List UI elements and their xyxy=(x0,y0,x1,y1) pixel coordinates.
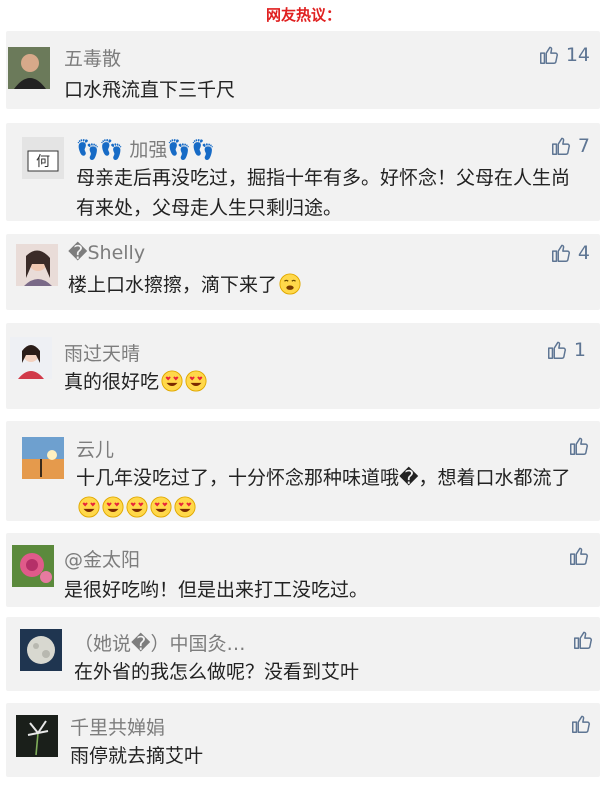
comment-card: （她说�）中国灸… 在外省的我怎么做呢？没看到艾叶 xyxy=(6,617,600,691)
comment-card: �Shelly 4 楼上口水擦擦，滴下来了 xyxy=(6,234,600,310)
like-count: 7 xyxy=(577,135,590,157)
comment-text: 十几年没吃过了，十分怀念那种味道哦�，想着口水都流了 xyxy=(76,463,588,523)
heart-eyes-emoji-icon xyxy=(174,496,196,518)
thumbs-up-icon xyxy=(572,715,590,733)
like-button[interactable]: 4 xyxy=(550,242,590,264)
commenter-name[interactable]: @金太阳 xyxy=(64,545,140,572)
heart-eyes-emoji-icon xyxy=(185,370,207,392)
commenter-name[interactable]: 雨过天晴 xyxy=(64,339,140,366)
avatar[interactable] xyxy=(16,244,58,286)
commenter-name[interactable]: 👣👣 加强👣👣 xyxy=(76,135,215,162)
comment-text: 在外省的我怎么做呢？没看到艾叶 xyxy=(74,661,360,683)
avatar[interactable] xyxy=(22,437,64,479)
comment-card: 何 👣👣 加强👣👣 7 母亲走后再没吃过，掘指十年有多。好怀念！父母在人生尚有来… xyxy=(6,123,600,221)
like-button[interactable] xyxy=(570,713,592,735)
heart-eyes-emoji-icon xyxy=(161,370,183,392)
like-button[interactable]: 14 xyxy=(538,44,590,66)
commenter-name[interactable]: 千里共婵娟 xyxy=(70,713,165,740)
avatar[interactable] xyxy=(16,715,58,757)
comment-card: 五毒散 14 口水飛流直下三千尺 xyxy=(6,31,600,109)
like-button[interactable]: 1 xyxy=(546,339,586,361)
thumbs-up-icon xyxy=(574,631,592,649)
heart-eyes-emoji-icon xyxy=(78,496,100,518)
like-button[interactable] xyxy=(568,545,590,567)
comment-text: 楼上口水擦擦，滴下来了 xyxy=(68,270,568,300)
like-count: 4 xyxy=(577,242,590,264)
comment-card: 云儿 十几年没吃过了，十分怀念那种味道哦�，想着口水都流了 xyxy=(6,421,600,521)
comment-text: 真的很好吃 xyxy=(64,367,564,397)
commenter-name[interactable]: 五毒散 xyxy=(64,44,121,71)
commenter-name[interactable]: （她说�）中国灸… xyxy=(74,629,245,656)
drool-emoji-icon xyxy=(279,273,301,295)
like-count: 14 xyxy=(565,44,590,66)
section-title: 网友热议： xyxy=(265,6,341,24)
comment-text: 雨停就去摘艾叶 xyxy=(70,745,204,767)
thumbs-up-icon xyxy=(547,341,566,359)
avatar[interactable]: 何 xyxy=(22,137,64,179)
comment-text-body: 楼上口水擦擦，滴下来了 xyxy=(68,274,278,296)
like-count: 1 xyxy=(573,339,586,361)
comment-text-body: 真的很好吃 xyxy=(64,371,160,393)
comment-text: 母亲走后再没吃过，掘指十年有多。好怀念！父母在人生尚有来处，父母走人生只剩归途。 xyxy=(76,167,571,219)
avatar[interactable] xyxy=(20,629,62,671)
avatar[interactable] xyxy=(10,337,52,379)
thumbs-up-icon xyxy=(539,46,558,64)
thumbs-up-icon xyxy=(570,547,588,565)
commenter-name[interactable]: 云儿 xyxy=(76,435,114,462)
heart-eyes-emoji-icon xyxy=(102,496,124,518)
like-button[interactable] xyxy=(572,629,594,651)
thumbs-up-icon xyxy=(551,137,570,155)
avatar[interactable] xyxy=(12,545,54,587)
like-button[interactable] xyxy=(568,435,590,457)
comment-card: @金太阳 是很好吃哟！但是出来打工没吃过。 xyxy=(6,533,600,607)
avatar[interactable] xyxy=(8,47,50,89)
thumbs-up-icon xyxy=(570,437,588,455)
comment-text-body: 十几年没吃过了，十分怀念那种味道哦�，想着口水都流了 xyxy=(76,467,571,489)
like-button[interactable]: 7 xyxy=(550,135,590,157)
comment-text: 是很好吃哟！但是出来打工没吃过。 xyxy=(64,579,369,601)
heart-eyes-emoji-icon xyxy=(126,496,148,518)
heart-eyes-emoji-icon xyxy=(150,496,172,518)
comment-card: 雨过天晴 1 真的很好吃 xyxy=(6,323,600,409)
svg-text:何: 何 xyxy=(36,154,50,170)
thumbs-up-icon xyxy=(551,244,570,262)
comment-card: 千里共婵娟 雨停就去摘艾叶 xyxy=(6,703,600,777)
commenter-name[interactable]: �Shelly xyxy=(68,242,145,264)
comment-text: 口水飛流直下三千尺 xyxy=(64,79,236,101)
